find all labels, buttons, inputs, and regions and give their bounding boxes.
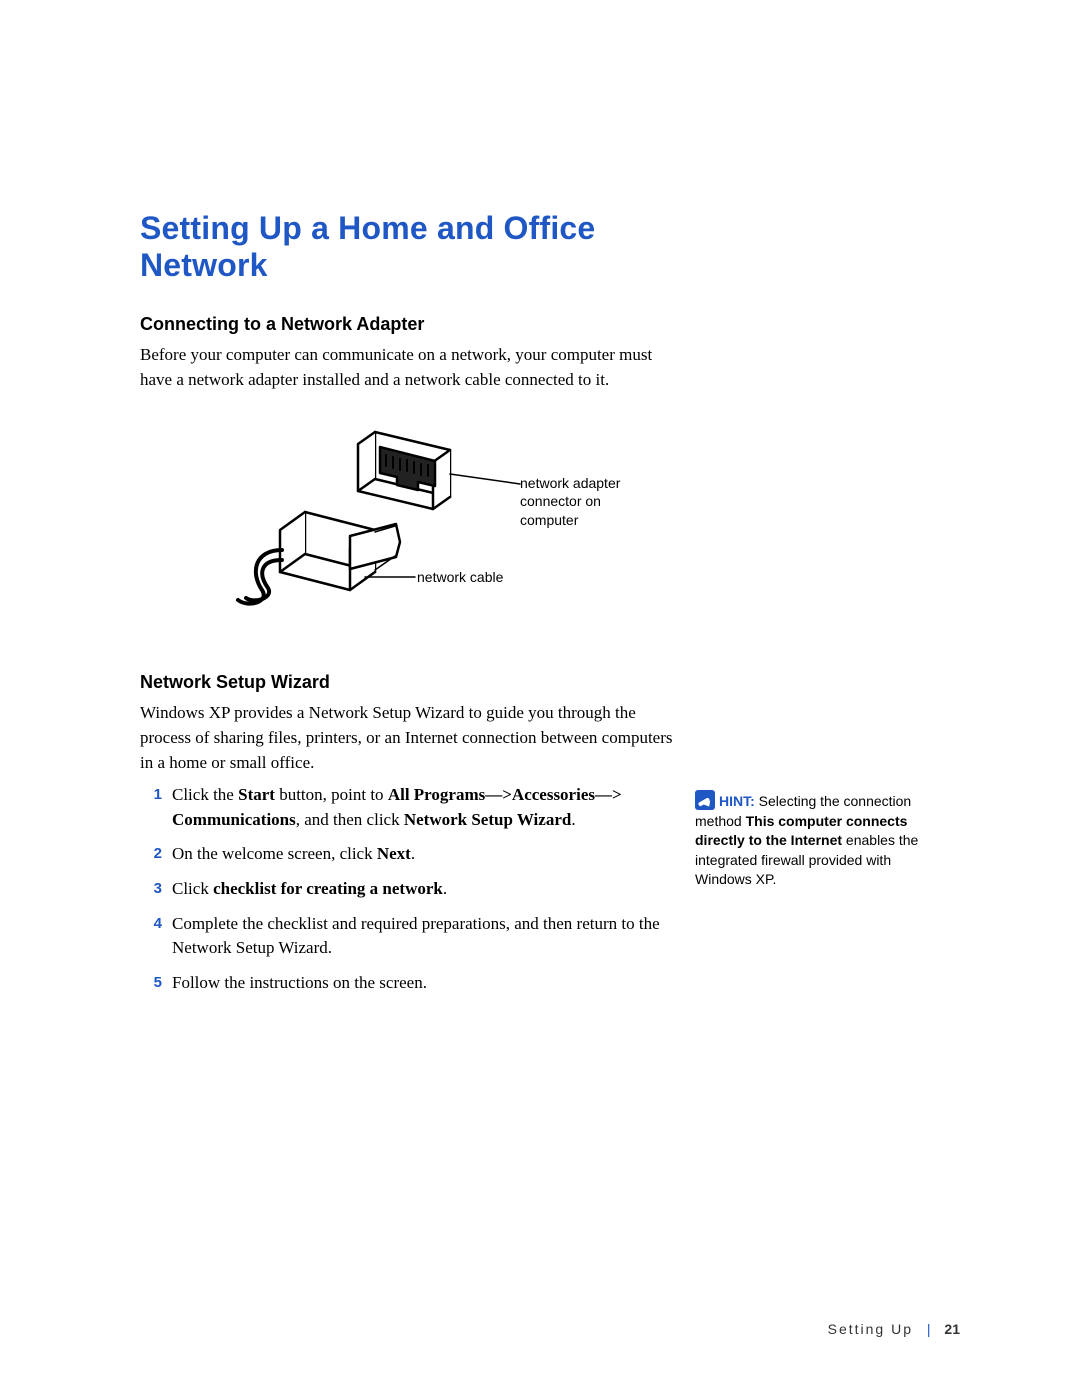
page-number: 21 <box>944 1321 960 1337</box>
steps-list: 1 Click the Start button, point to All P… <box>140 783 680 995</box>
subheading-wizard: Network Setup Wizard <box>140 672 680 693</box>
text-run: button, point to <box>275 785 388 804</box>
paragraph-wizard: Windows XP provides a Network Setup Wiza… <box>140 701 680 775</box>
step-text: Follow the instructions on the screen. <box>172 971 680 996</box>
main-column: Setting Up a Home and Office Network Con… <box>140 210 680 996</box>
step-number: 4 <box>140 912 172 961</box>
step-number: 2 <box>140 842 172 867</box>
step-text: On the welcome screen, click Next. <box>172 842 680 867</box>
step-number: 3 <box>140 877 172 902</box>
text-bold: Next <box>377 844 411 863</box>
list-item: 4 Complete the checklist and required pr… <box>140 912 680 961</box>
network-adapter-figure: network adapter connector on computer ne… <box>200 422 740 642</box>
text-bold: checklist for creating a network <box>213 879 443 898</box>
page-title: Setting Up a Home and Office Network <box>140 210 680 284</box>
text-bold: Start <box>238 785 275 804</box>
hint-label: HINT: <box>719 793 755 809</box>
document-page: Setting Up a Home and Office Network Con… <box>0 0 1080 1397</box>
step-text: Click the Start button, point to All Pro… <box>172 783 680 832</box>
figure-label-cable: network cable <box>417 568 503 586</box>
text-run: Click the <box>172 785 238 804</box>
text-run: . <box>571 810 575 829</box>
list-item: 2 On the welcome screen, click Next. <box>140 842 680 867</box>
text-run: On the welcome screen, click <box>172 844 377 863</box>
text-run: , and then click <box>296 810 404 829</box>
step-text: Click checklist for creating a network. <box>172 877 680 902</box>
step-number: 1 <box>140 783 172 832</box>
subheading-connecting: Connecting to a Network Adapter <box>140 314 680 335</box>
page-footer: Setting Up | 21 <box>828 1321 960 1337</box>
text-run: . <box>443 879 447 898</box>
list-item: 3 Click checklist for creating a network… <box>140 877 680 902</box>
hint-callout: HINT: Selecting the connection method Th… <box>695 790 945 890</box>
figure-label-adapter: network adapter connector on computer <box>520 474 650 529</box>
network-adapter-illustration <box>200 422 560 622</box>
footer-separator: | <box>927 1321 931 1337</box>
step-number: 5 <box>140 971 172 996</box>
list-item: 5 Follow the instructions on the screen. <box>140 971 680 996</box>
list-item: 1 Click the Start button, point to All P… <box>140 783 680 832</box>
paragraph-connecting: Before your computer can communicate on … <box>140 343 680 392</box>
text-run: . <box>411 844 415 863</box>
step-text: Complete the checklist and required prep… <box>172 912 680 961</box>
footer-section: Setting Up <box>828 1321 913 1337</box>
pencil-icon <box>695 790 715 810</box>
text-bold: Network Setup Wizard <box>404 810 572 829</box>
text-run: Click <box>172 879 213 898</box>
